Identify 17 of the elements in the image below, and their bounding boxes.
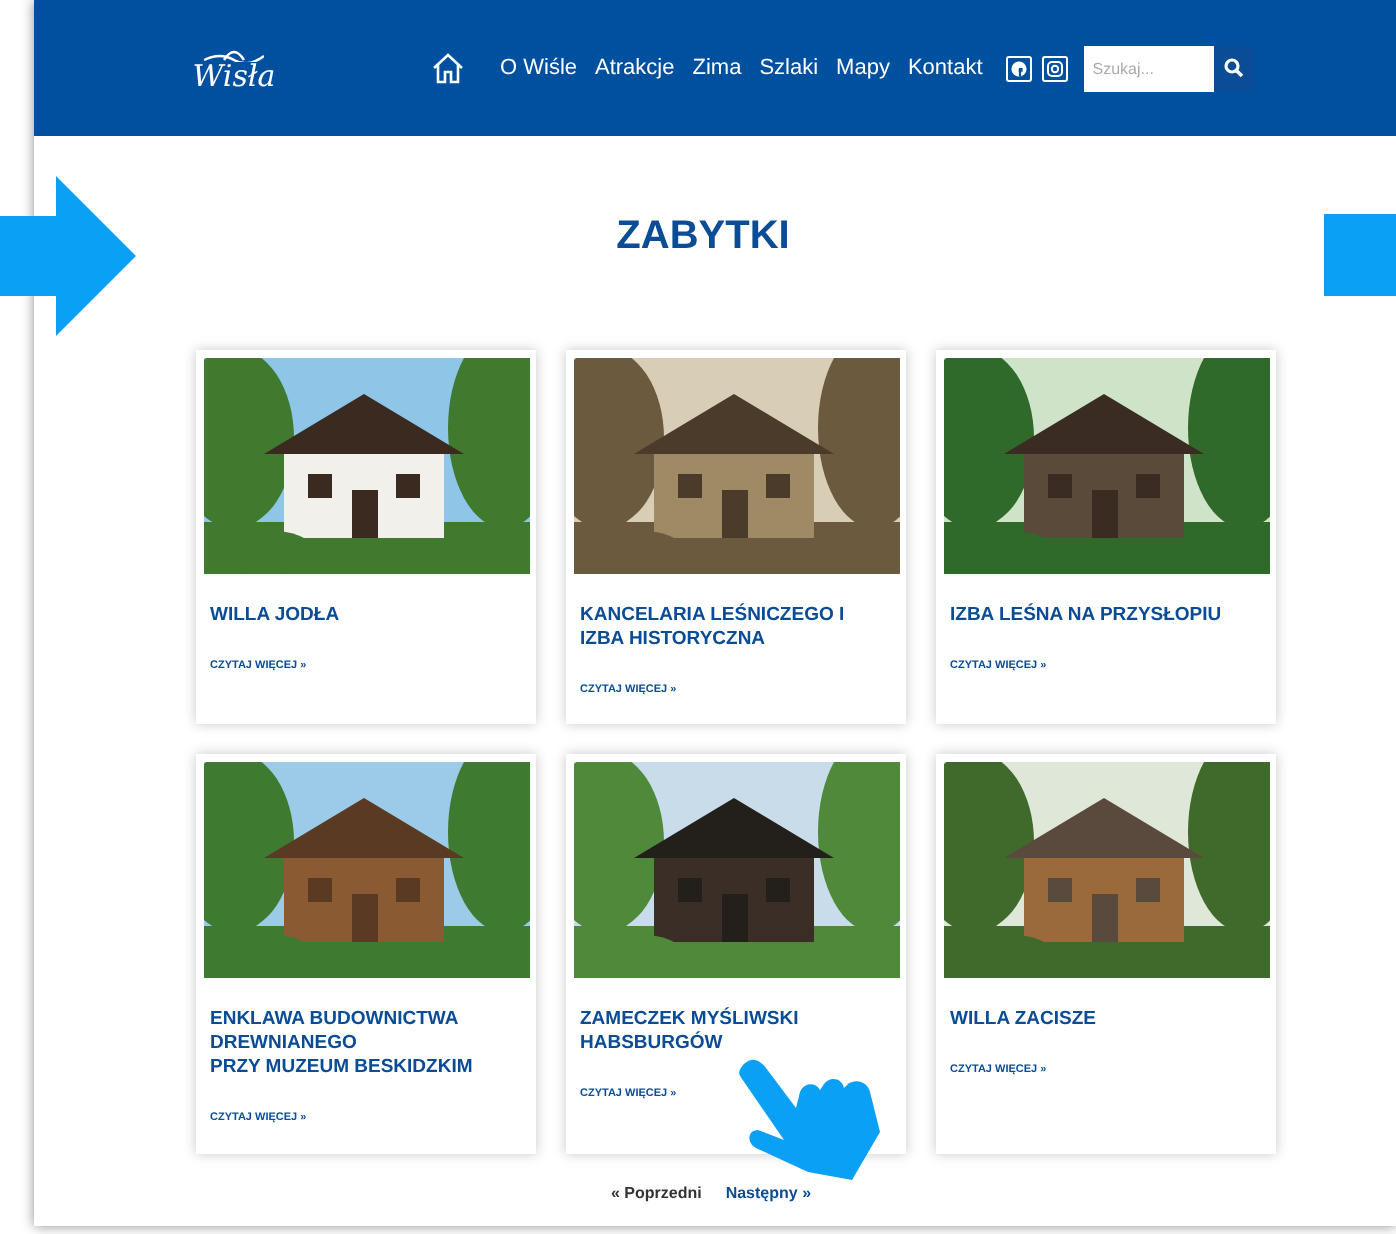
next-link[interactable]: Następny » (725, 1182, 812, 1206)
previous-link[interactable]: « Poprzedni (610, 1182, 702, 1206)
card-title[interactable]: WILLA ZACISZE (944, 1008, 1268, 1032)
card-title[interactable]: IZBA LEŚNA NA PRZYSŁOPIU (944, 604, 1268, 628)
card-title[interactable]: KANCELARIA LEŚNICZEGO I IZBA HISTORYCZNA (574, 604, 898, 652)
card-title[interactable]: ENKLAWA BUDOWNICTWA DREWNIANEGO PRZY MUZEUM BESKIDZKIM (204, 1008, 528, 1080)
nav-link[interactable]: O Wiśle (500, 51, 577, 85)
nav-link[interactable]: Szlaki (759, 51, 819, 85)
card-title[interactable]: WILLA JODŁA (204, 604, 528, 628)
nav-link[interactable]: Atrakcje (595, 51, 675, 85)
nav-link[interactable]: Zima (692, 51, 742, 85)
card-title[interactable]: ZAMECZEK MYŚLIWSKI HABSBURGÓW (574, 1008, 898, 1056)
page-title: ZABYTKI (616, 212, 790, 262)
nav-link[interactable]: Kontakt (907, 51, 983, 85)
nav-link[interactable]: Mapy (836, 51, 890, 85)
logo-text[interactable]: Wisła (192, 62, 276, 92)
search-field[interactable]: Szukaj... (1084, 45, 1215, 91)
